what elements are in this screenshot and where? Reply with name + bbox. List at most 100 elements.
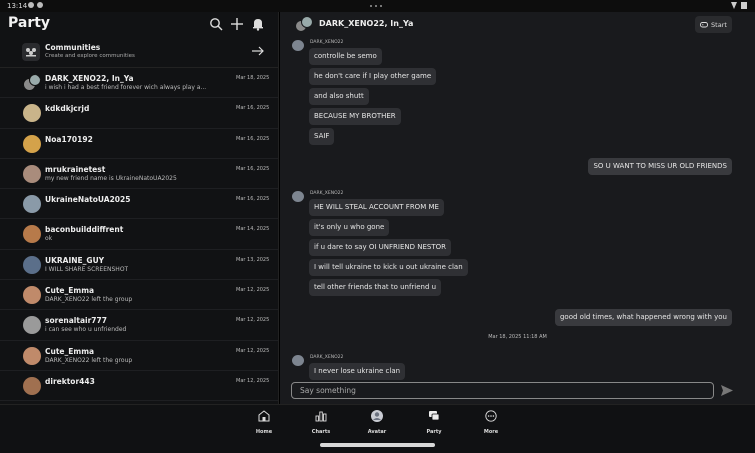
wifi-icon	[731, 2, 737, 9]
nav-avatar[interactable]: Avatar	[362, 410, 392, 435]
game-controller-icon	[700, 22, 708, 28]
party-header: Party	[0, 12, 278, 38]
incoming-message[interactable]: I never lose ukraine clan	[309, 363, 406, 380]
conversation-date: Mar 14, 2025	[236, 226, 270, 233]
nav-home[interactable]: Home	[249, 410, 279, 435]
home-icon	[258, 410, 270, 422]
conversation-row[interactable]: direktor443 Mar 12, 2025	[0, 371, 278, 402]
conversation-name: mrukrainetest	[45, 164, 106, 174]
incoming-message[interactable]: I will tell ukraine to kick u out ukrain…	[309, 259, 468, 276]
system-icons	[731, 2, 747, 9]
message-timestamp: Mar 18, 2025 11:18 AM	[488, 334, 547, 340]
message-list[interactable]: DARK_XENO22 controlle be semo he don't car…	[280, 36, 755, 380]
sender-name: DARK_XENO22	[310, 355, 344, 360]
conversation-name: kdkdkjcrjd	[45, 104, 90, 114]
conversation-name: Cute_Emma	[45, 346, 95, 356]
conversation-date: Mar 16, 2025	[236, 135, 270, 142]
conversation-date: Mar 12, 2025	[236, 287, 270, 294]
nav-label: More	[483, 429, 499, 435]
avatar	[23, 195, 41, 214]
avatar	[23, 316, 41, 335]
party-icon	[429, 411, 440, 421]
conversation-preview: i wish i had a best friend forever wich …	[45, 84, 207, 91]
conversation-date: Mar 12, 2025	[236, 377, 270, 384]
chat-panel: DARK_XENO22, In_Ya Start DARK_XENO22cont…	[280, 12, 755, 404]
conversation-row[interactable]: Cute_Emma DARK_XENO22 left the group Mar 1…	[0, 341, 278, 371]
notification-icon	[37, 2, 43, 8]
multitask-dots-icon[interactable]	[370, 5, 382, 7]
incoming-message[interactable]: SAIF	[309, 128, 335, 145]
nav-party[interactable]: Party	[419, 410, 449, 435]
avatar	[23, 225, 41, 244]
conversation-row[interactable]: DARK_XENO22, In_Ya i wish i had a best fr…	[0, 68, 278, 99]
avatar	[23, 376, 41, 395]
avatar-icon	[371, 410, 383, 422]
conversation-preview: my new friend name is UkraineNatoUA2025	[45, 174, 177, 182]
bell-icon[interactable]	[251, 17, 265, 31]
conversation-preview: DARK_XENO22 left the group	[45, 356, 133, 364]
conversation-name: DARK_XENO22, In_Ya	[45, 74, 134, 83]
start-button[interactable]: Start	[695, 16, 732, 33]
avatar	[23, 346, 41, 365]
incoming-message[interactable]: and also shutt	[309, 88, 369, 105]
sender-avatar[interactable]	[292, 40, 304, 51]
conversation-list: DARK_XENO22, In_Ya i wish i had a best fr…	[0, 68, 278, 402]
conversation-row[interactable]: UkraineNatoUA2025 Mar 16, 2025	[0, 189, 278, 220]
conversation-date: Mar 16, 2025	[236, 196, 270, 203]
sender-name: DARK_XENO22	[310, 191, 344, 196]
message-input[interactable]: Say something	[291, 382, 714, 399]
incoming-message[interactable]: controlle be semo	[309, 48, 382, 65]
conversation-preview: ok	[45, 235, 53, 243]
conversation-row[interactable]: Cute_Emma DARK_XENO22 left the group Mar 1…	[0, 280, 278, 311]
add-icon[interactable]	[230, 17, 244, 31]
conversation-row[interactable]: sorenaltair777 i can see who u unfriended…	[0, 310, 278, 341]
incoming-message[interactable]: tell other friends that to unfriend u	[309, 279, 442, 296]
chat-header: DARK_XENO22, In_Ya Start	[280, 12, 755, 36]
incoming-message[interactable]: if u dare to say OI UNFRIEND NESTOR	[309, 239, 451, 256]
sender-avatar[interactable]	[292, 191, 304, 202]
nav-more[interactable]: More	[476, 410, 506, 435]
avatar	[23, 286, 41, 305]
battery-icon	[741, 2, 747, 9]
start-label: Start	[711, 20, 727, 29]
communities-entry[interactable]: Communities Create and explore communiti…	[0, 38, 278, 68]
send-icon[interactable]	[720, 384, 734, 397]
incoming-message[interactable]: he don't care if I play other game	[309, 68, 437, 85]
conversation-row[interactable]: Noa170192 Mar 16, 2025	[0, 129, 278, 159]
conversation-row[interactable]: UKRAINE_GUY I WILL SHARE SCREENSHOT Mar 13…	[0, 250, 278, 281]
status-bar: 13:14	[0, 0, 755, 12]
conversation-name: UKRAINE_GUY	[45, 255, 105, 265]
party-sidebar: Party Communities Create and explore com…	[0, 12, 279, 404]
notification-icon	[28, 2, 34, 8]
conversation-date: Mar 12, 2025	[236, 317, 270, 324]
more-icon	[485, 410, 497, 422]
outgoing-message[interactable]: SO U WANT TO MISS UR OLD FRIENDS	[588, 158, 732, 175]
conversation-name: Noa170192	[45, 134, 93, 144]
conversation-name: sorenaltair777	[45, 316, 107, 326]
conversation-row[interactable]: kdkdkjcrjd Mar 16, 2025	[0, 98, 278, 129]
conversation-date: Mar 13, 2025	[236, 256, 270, 263]
incoming-message[interactable]: HE WILL STEAL ACCOUNT FROM ME	[309, 199, 444, 216]
home-indicator[interactable]	[320, 443, 435, 447]
conversation-preview: i can see who u unfriended	[45, 326, 127, 334]
outgoing-message[interactable]: good old times, what happened wrong with…	[554, 309, 732, 326]
group-avatar[interactable]	[295, 16, 313, 32]
status-time: 13:14	[7, 2, 28, 10]
incoming-message[interactable]: BECAUSE MY BROTHER	[309, 108, 401, 125]
conversation-date: Mar 16, 2025	[236, 165, 270, 172]
nav-charts[interactable]: Charts	[306, 410, 336, 435]
sender-avatar[interactable]	[292, 355, 304, 366]
conversation-date: Mar 18, 2025	[236, 75, 270, 81]
nav-label: Party	[426, 429, 442, 435]
conversation-row[interactable]: mrukrainetest my new friend name is Ukrai…	[0, 159, 278, 190]
nav-label: Avatar	[367, 429, 387, 435]
chat-title[interactable]: DARK_XENO22, In_Ya	[319, 19, 413, 28]
sender-name: DARK_XENO22	[310, 40, 344, 45]
conversation-row[interactable]: baconbuilddiffrent ok Mar 14, 2025	[0, 219, 278, 250]
charts-icon	[315, 411, 327, 422]
incoming-message[interactable]: it's only u who gone	[309, 219, 390, 236]
avatar	[23, 134, 41, 153]
search-icon[interactable]	[209, 17, 223, 31]
conversation-name: direktor443	[45, 376, 95, 386]
communities-icon	[22, 43, 40, 61]
